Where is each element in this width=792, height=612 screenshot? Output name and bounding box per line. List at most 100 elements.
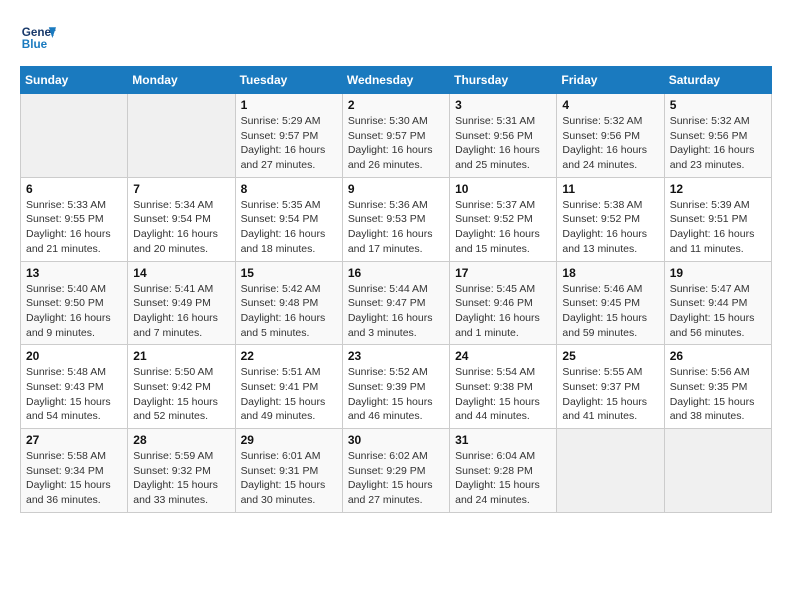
day-info: Sunrise: 5:38 AMSunset: 9:52 PMDaylight:…: [562, 198, 658, 257]
day-info: Sunrise: 5:32 AMSunset: 9:56 PMDaylight:…: [562, 114, 658, 173]
day-info: Sunrise: 5:51 AMSunset: 9:41 PMDaylight:…: [241, 365, 337, 424]
week-row-3: 13 Sunrise: 5:40 AMSunset: 9:50 PMDayligh…: [21, 261, 772, 345]
day-info: Sunrise: 5:32 AMSunset: 9:56 PMDaylight:…: [670, 114, 766, 173]
logo-icon: General Blue: [20, 20, 56, 56]
day-cell: [664, 429, 771, 513]
day-number: 7: [133, 182, 229, 196]
day-number: 28: [133, 433, 229, 447]
day-cell: 7 Sunrise: 5:34 AMSunset: 9:54 PMDaylight…: [128, 177, 235, 261]
day-number: 26: [670, 349, 766, 363]
day-info: Sunrise: 5:41 AMSunset: 9:49 PMDaylight:…: [133, 282, 229, 341]
day-cell: 5 Sunrise: 5:32 AMSunset: 9:56 PMDaylight…: [664, 94, 771, 178]
day-cell: 4 Sunrise: 5:32 AMSunset: 9:56 PMDaylight…: [557, 94, 664, 178]
day-number: 6: [26, 182, 122, 196]
day-cell: 13 Sunrise: 5:40 AMSunset: 9:50 PMDayligh…: [21, 261, 128, 345]
weekday-tuesday: Tuesday: [235, 67, 342, 94]
day-cell: 16 Sunrise: 5:44 AMSunset: 9:47 PMDayligh…: [342, 261, 449, 345]
weekday-thursday: Thursday: [450, 67, 557, 94]
day-info: Sunrise: 5:33 AMSunset: 9:55 PMDaylight:…: [26, 198, 122, 257]
day-cell: 17 Sunrise: 5:45 AMSunset: 9:46 PMDayligh…: [450, 261, 557, 345]
day-number: 2: [348, 98, 444, 112]
day-info: Sunrise: 5:55 AMSunset: 9:37 PMDaylight:…: [562, 365, 658, 424]
day-info: Sunrise: 5:47 AMSunset: 9:44 PMDaylight:…: [670, 282, 766, 341]
day-info: Sunrise: 5:45 AMSunset: 9:46 PMDaylight:…: [455, 282, 551, 341]
day-cell: 18 Sunrise: 5:46 AMSunset: 9:45 PMDayligh…: [557, 261, 664, 345]
day-info: Sunrise: 5:56 AMSunset: 9:35 PMDaylight:…: [670, 365, 766, 424]
day-info: Sunrise: 5:37 AMSunset: 9:52 PMDaylight:…: [455, 198, 551, 257]
day-info: Sunrise: 5:36 AMSunset: 9:53 PMDaylight:…: [348, 198, 444, 257]
weekday-friday: Friday: [557, 67, 664, 94]
day-cell: 9 Sunrise: 5:36 AMSunset: 9:53 PMDaylight…: [342, 177, 449, 261]
day-info: Sunrise: 5:54 AMSunset: 9:38 PMDaylight:…: [455, 365, 551, 424]
day-cell: 20 Sunrise: 5:48 AMSunset: 9:43 PMDayligh…: [21, 345, 128, 429]
day-cell: 23 Sunrise: 5:52 AMSunset: 9:39 PMDayligh…: [342, 345, 449, 429]
week-row-1: 1 Sunrise: 5:29 AMSunset: 9:57 PMDaylight…: [21, 94, 772, 178]
day-cell: 26 Sunrise: 5:56 AMSunset: 9:35 PMDayligh…: [664, 345, 771, 429]
day-cell: 12 Sunrise: 5:39 AMSunset: 9:51 PMDayligh…: [664, 177, 771, 261]
day-info: Sunrise: 5:29 AMSunset: 9:57 PMDaylight:…: [241, 114, 337, 173]
logo: General Blue: [20, 20, 56, 56]
header: General Blue: [20, 20, 772, 56]
day-cell: 31Sunrise: 6:04 AMSunset: 9:28 PMDayligh…: [450, 429, 557, 513]
day-info: Sunrise: 5:44 AMSunset: 9:47 PMDaylight:…: [348, 282, 444, 341]
day-number: 9: [348, 182, 444, 196]
week-row-4: 20 Sunrise: 5:48 AMSunset: 9:43 PMDayligh…: [21, 345, 772, 429]
day-cell: 29 Sunrise: 6:01 AMSunset: 9:31 PMDayligh…: [235, 429, 342, 513]
day-number: 3: [455, 98, 551, 112]
weekday-wednesday: Wednesday: [342, 67, 449, 94]
day-number: 12: [670, 182, 766, 196]
day-number: 1: [241, 98, 337, 112]
week-row-5: 27Sunrise: 5:58 AMSunset: 9:34 PMDayligh…: [21, 429, 772, 513]
day-number: 16: [348, 266, 444, 280]
day-number: 13: [26, 266, 122, 280]
day-cell: 22Sunrise: 5:51 AMSunset: 9:41 PMDayligh…: [235, 345, 342, 429]
day-cell: [21, 94, 128, 178]
day-info: Sunrise: 6:02 AMSunset: 9:29 PMDaylight:…: [348, 449, 444, 508]
day-number: 30: [348, 433, 444, 447]
day-info: Sunrise: 6:01 AMSunset: 9:31 PMDaylight:…: [241, 449, 337, 508]
day-cell: 28Sunrise: 5:59 AMSunset: 9:32 PMDayligh…: [128, 429, 235, 513]
day-info: Sunrise: 5:48 AMSunset: 9:43 PMDaylight:…: [26, 365, 122, 424]
day-info: Sunrise: 5:34 AMSunset: 9:54 PMDaylight:…: [133, 198, 229, 257]
day-number: 19: [670, 266, 766, 280]
day-info: Sunrise: 5:39 AMSunset: 9:51 PMDaylight:…: [670, 198, 766, 257]
day-number: 5: [670, 98, 766, 112]
day-cell: 6 Sunrise: 5:33 AMSunset: 9:55 PMDaylight…: [21, 177, 128, 261]
day-info: Sunrise: 5:40 AMSunset: 9:50 PMDaylight:…: [26, 282, 122, 341]
day-number: 20: [26, 349, 122, 363]
day-info: Sunrise: 5:46 AMSunset: 9:45 PMDaylight:…: [562, 282, 658, 341]
weekday-header: SundayMondayTuesdayWednesdayThursdayFrid…: [21, 67, 772, 94]
day-cell: 2Sunrise: 5:30 AMSunset: 9:57 PMDaylight…: [342, 94, 449, 178]
day-number: 25: [562, 349, 658, 363]
day-cell: 8 Sunrise: 5:35 AMSunset: 9:54 PMDaylight…: [235, 177, 342, 261]
day-number: 4: [562, 98, 658, 112]
day-cell: 25 Sunrise: 5:55 AMSunset: 9:37 PMDayligh…: [557, 345, 664, 429]
day-number: 23: [348, 349, 444, 363]
day-cell: 30 Sunrise: 6:02 AMSunset: 9:29 PMDayligh…: [342, 429, 449, 513]
calendar-body: 1 Sunrise: 5:29 AMSunset: 9:57 PMDaylight…: [21, 94, 772, 513]
day-number: 24: [455, 349, 551, 363]
day-number: 31: [455, 433, 551, 447]
day-number: 11: [562, 182, 658, 196]
svg-text:Blue: Blue: [22, 38, 48, 51]
day-number: 27: [26, 433, 122, 447]
day-info: Sunrise: 5:50 AMSunset: 9:42 PMDaylight:…: [133, 365, 229, 424]
day-number: 29: [241, 433, 337, 447]
calendar: SundayMondayTuesdayWednesdayThursdayFrid…: [20, 66, 772, 513]
day-cell: 19 Sunrise: 5:47 AMSunset: 9:44 PMDayligh…: [664, 261, 771, 345]
day-cell: 27Sunrise: 5:58 AMSunset: 9:34 PMDayligh…: [21, 429, 128, 513]
day-info: Sunrise: 5:42 AMSunset: 9:48 PMDaylight:…: [241, 282, 337, 341]
day-info: Sunrise: 5:52 AMSunset: 9:39 PMDaylight:…: [348, 365, 444, 424]
weekday-monday: Monday: [128, 67, 235, 94]
day-cell: [557, 429, 664, 513]
weekday-saturday: Saturday: [664, 67, 771, 94]
day-number: 18: [562, 266, 658, 280]
day-cell: 24 Sunrise: 5:54 AMSunset: 9:38 PMDayligh…: [450, 345, 557, 429]
day-cell: 10 Sunrise: 5:37 AMSunset: 9:52 PMDayligh…: [450, 177, 557, 261]
day-info: Sunrise: 5:35 AMSunset: 9:54 PMDaylight:…: [241, 198, 337, 257]
day-number: 21: [133, 349, 229, 363]
day-number: 8: [241, 182, 337, 196]
day-cell: 15Sunrise: 5:42 AMSunset: 9:48 PMDayligh…: [235, 261, 342, 345]
day-number: 17: [455, 266, 551, 280]
day-number: 10: [455, 182, 551, 196]
